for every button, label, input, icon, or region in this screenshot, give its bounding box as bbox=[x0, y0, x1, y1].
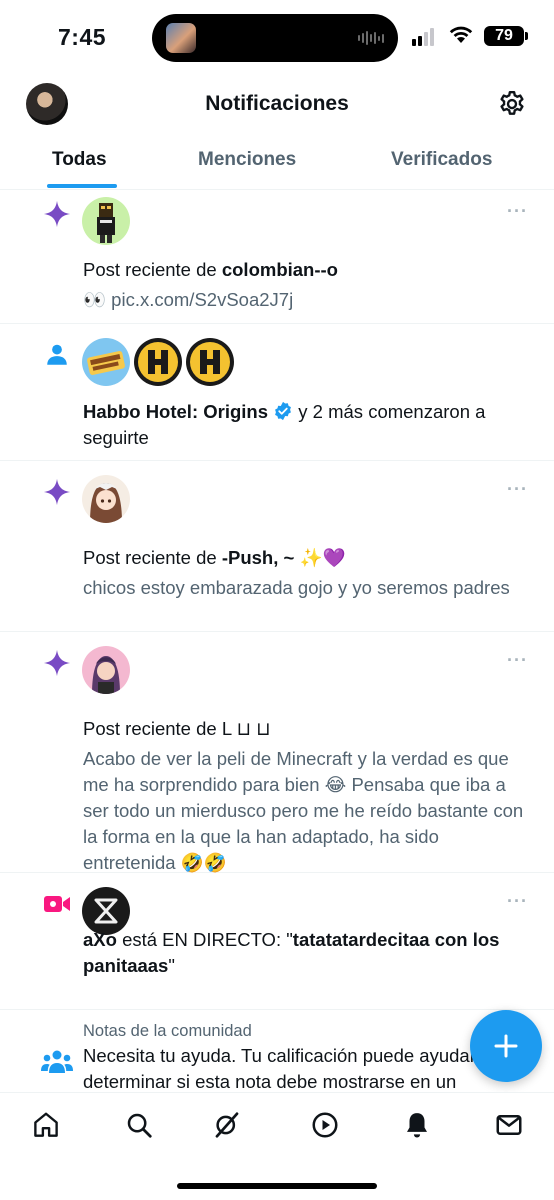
live-video-icon bbox=[40, 887, 74, 921]
tab-menciones[interactable]: Menciones bbox=[198, 149, 296, 171]
post-preview: chicos estoy embarazada gojo y yo seremo… bbox=[83, 577, 510, 598]
community-notes-label: Notas de la comunidad bbox=[83, 1022, 252, 1040]
avatar[interactable] bbox=[82, 197, 130, 245]
notification-text: Necesita tu ayuda. Tu calificación puede… bbox=[83, 1045, 492, 1091]
messages-icon bbox=[496, 1115, 522, 1135]
anime-avatar-icon bbox=[92, 656, 120, 694]
avatar-follower[interactable] bbox=[186, 338, 234, 386]
sparkle-icon bbox=[40, 197, 74, 231]
notification-item[interactable]: Habbo Hotel: Origins y 2 más comenzaron … bbox=[0, 324, 554, 461]
nav-video[interactable] bbox=[309, 1109, 341, 1141]
notification-text: Post reciente de colombian--o bbox=[83, 259, 338, 280]
page-title: Notificaciones bbox=[205, 92, 349, 115]
tab-verificados[interactable]: Verificados bbox=[391, 149, 492, 171]
cellular-signal-icon bbox=[412, 28, 434, 46]
notification-item[interactable]: ··· Post reciente de L ⊔ ⊔ Acabo de ver … bbox=[0, 632, 554, 873]
tab-todas[interactable]: Todas bbox=[52, 149, 107, 171]
notification-text: Post reciente de L ⊔ ⊔ bbox=[83, 718, 271, 739]
dynamic-island[interactable] bbox=[152, 14, 398, 62]
notification-item[interactable]: ··· Post reciente de -Push, ~ ✨💜 chicos … bbox=[0, 461, 554, 632]
username: aXo bbox=[83, 929, 117, 950]
username: -Push, ~ ✨💜 bbox=[221, 547, 346, 568]
h-logo-icon bbox=[190, 342, 230, 382]
notification-text: Habbo Hotel: Origins y 2 más comenzaron … bbox=[83, 401, 486, 448]
now-playing-thumbnail bbox=[166, 23, 196, 53]
avatar[interactable] bbox=[82, 646, 130, 694]
notification-tabs: Todas Menciones Verificados bbox=[0, 134, 554, 190]
notifications-feed[interactable]: ··· Post reciente de colombian--o 👀 pic.… bbox=[0, 191, 554, 1091]
notification-text: aXo está EN DIRECTO: "tatatatardecitaa c… bbox=[83, 929, 500, 976]
avatar-follower[interactable] bbox=[134, 338, 182, 386]
home-indicator[interactable] bbox=[177, 1183, 377, 1189]
grok-icon bbox=[215, 1112, 239, 1138]
top-header: Notificaciones bbox=[0, 78, 554, 134]
nav-search[interactable] bbox=[123, 1109, 155, 1141]
pixel-character-icon bbox=[97, 203, 115, 243]
username: Habbo Hotel: Origins bbox=[83, 401, 268, 422]
h-logo-icon bbox=[138, 342, 178, 382]
plus-icon bbox=[494, 1034, 518, 1058]
notification-item[interactable]: ··· Post reciente de colombian--o 👀 pic.… bbox=[0, 191, 554, 324]
more-options-icon[interactable]: ··· bbox=[507, 479, 528, 500]
sparkle-icon bbox=[40, 475, 74, 509]
settings-gear-icon[interactable] bbox=[497, 89, 527, 119]
compose-post-button[interactable] bbox=[470, 1010, 542, 1082]
anime-avatar-icon bbox=[90, 483, 122, 523]
search-icon bbox=[127, 1113, 152, 1138]
nav-messages[interactable] bbox=[493, 1109, 525, 1141]
sparkle-icon bbox=[40, 646, 74, 680]
video-icon bbox=[312, 1112, 338, 1138]
avatar[interactable] bbox=[82, 475, 130, 523]
more-options-icon[interactable]: ··· bbox=[507, 891, 528, 912]
home-icon bbox=[34, 1112, 58, 1137]
follow-person-icon bbox=[40, 338, 74, 372]
post-preview: 👀 pic.x.com/S2vSoa2J7j bbox=[83, 289, 294, 310]
avatar-habbo-hotel[interactable] bbox=[82, 338, 130, 386]
battery-indicator: 79 bbox=[484, 26, 528, 46]
bottom-navigation bbox=[0, 1092, 554, 1200]
status-time: 7:45 bbox=[58, 24, 107, 50]
more-options-icon[interactable]: ··· bbox=[507, 201, 528, 222]
active-tab-indicator bbox=[47, 184, 117, 188]
nav-grok[interactable] bbox=[211, 1109, 243, 1141]
notifications-bell-icon bbox=[407, 1113, 427, 1138]
post-preview: Acabo de ver la peli de Minecraft y la v… bbox=[83, 748, 524, 873]
status-bar: 7:45 79 bbox=[0, 0, 554, 78]
username: colombian--o bbox=[221, 259, 338, 280]
wifi-icon bbox=[449, 26, 473, 43]
audio-waveform-icon bbox=[358, 31, 384, 45]
verified-badge-icon bbox=[275, 401, 292, 421]
nav-notifications[interactable] bbox=[401, 1109, 433, 1141]
more-options-icon[interactable]: ··· bbox=[507, 650, 528, 671]
notification-item[interactable]: ··· aXo está EN DIRECTO: "tatatatardecit… bbox=[0, 873, 554, 1010]
notification-text: Post reciente de -Push, ~ ✨💜 bbox=[83, 547, 346, 568]
habbo-logo-icon bbox=[87, 351, 125, 375]
community-notes-icon bbox=[40, 1044, 74, 1078]
nav-home[interactable] bbox=[30, 1109, 62, 1141]
